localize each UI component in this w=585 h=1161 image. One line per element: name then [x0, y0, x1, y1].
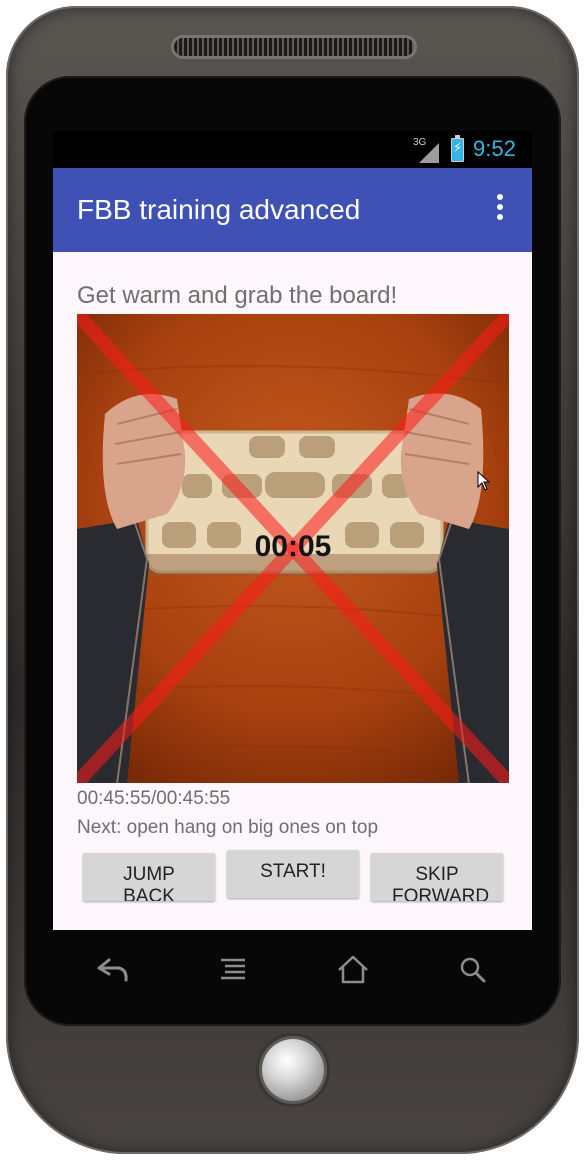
back-arrow-icon[interactable] [93, 952, 133, 988]
more-vert-icon[interactable] [489, 194, 511, 224]
jump-back-label: JUMP BACK [123, 864, 175, 901]
signal-3g-icon: 3G [413, 137, 439, 163]
skip-forward-label: SKIP FORWARD [392, 864, 490, 901]
status-bar: 3G ⚡ 9:52 [53, 131, 532, 168]
home-icon[interactable] [333, 952, 373, 988]
exercise-instruction: Get warm and grab the board! [77, 282, 398, 309]
search-icon[interactable] [453, 952, 493, 988]
earpiece-speaker [174, 38, 414, 56]
countdown-timer: 00:05 [254, 530, 332, 563]
jump-back-button[interactable]: JUMP BACK [83, 853, 215, 901]
start-label: START! [260, 861, 326, 882]
app-screen: 3G ⚡ 9:52 FBB training advanced Get warm… [53, 131, 532, 930]
menu-icon[interactable] [213, 952, 253, 988]
app-title: FBB training advanced [77, 194, 361, 225]
action-bar: FBB training advanced [53, 168, 532, 252]
status-time: 9:52 [473, 136, 516, 161]
battery-charging-icon: ⚡ [451, 135, 464, 162]
start-button[interactable]: START! [227, 850, 359, 898]
skip-forward-button[interactable]: SKIP FORWARD [371, 853, 503, 901]
system-nav-bar [53, 940, 532, 996]
mouse-cursor-icon [477, 471, 491, 491]
elapsed-time: 00:45:55/00:45:55 [77, 788, 231, 809]
hardware-home-button[interactable] [262, 1039, 324, 1101]
next-exercise: Next: open hang on big ones on top [77, 817, 379, 838]
exercise-image: 00:05 [77, 314, 509, 783]
